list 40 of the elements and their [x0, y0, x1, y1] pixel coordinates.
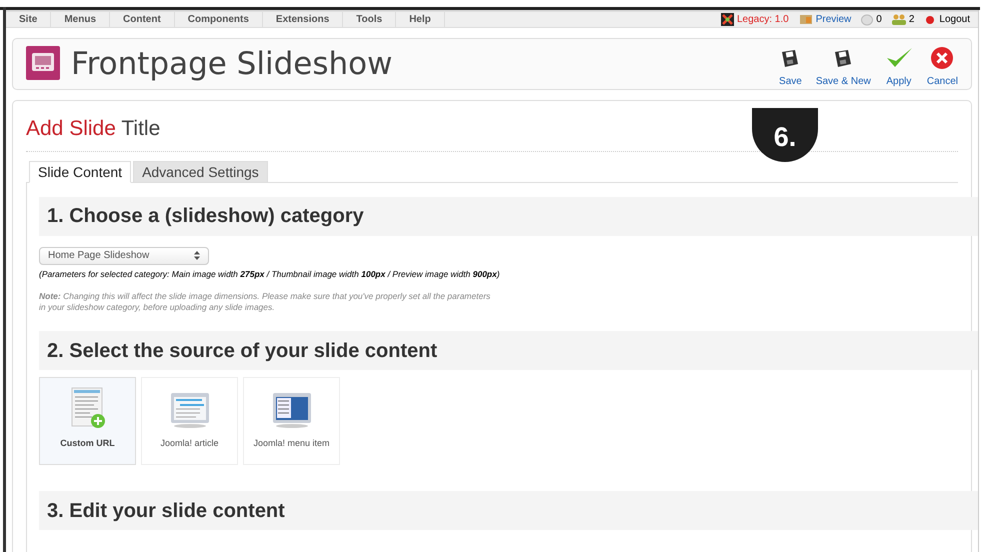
menu-item[interactable]: Menus	[51, 12, 110, 27]
logout-icon	[924, 14, 936, 26]
menu-item[interactable]: Tools	[343, 12, 396, 27]
status-link[interactable]: 0	[876, 12, 882, 27]
toolbar-button[interactable]: Cancel	[926, 39, 959, 89]
toolbar-button[interactable]: Save	[778, 39, 803, 89]
menu-item[interactable]: Components	[174, 12, 263, 27]
menu-window-icon	[272, 390, 312, 429]
status-link[interactable]: Legacy: 1.0	[736, 12, 789, 27]
source-option[interactable]: Joomla! menu item	[243, 377, 340, 466]
slideshow-logo-icon	[25, 45, 63, 83]
toolbar-button[interactable]: Save & New	[814, 39, 872, 89]
message-icon	[861, 14, 874, 26]
status-link[interactable]: Logout	[939, 12, 970, 27]
tab[interactable]: Advanced Settings	[133, 160, 268, 182]
menu-item[interactable]: Site	[6, 12, 52, 27]
toolbar-button[interactable]: Apply	[884, 39, 914, 89]
menu-item[interactable]: Content	[110, 12, 175, 27]
page-title: Frontpage Slideshow	[71, 44, 392, 84]
section-heading: 2. Select the source of your slide content	[39, 331, 978, 370]
status-link[interactable]: 2	[908, 12, 914, 27]
document-add-icon	[70, 386, 106, 429]
status-link[interactable]: Preview	[816, 12, 852, 27]
source-option[interactable]: Joomla! article	[141, 377, 238, 466]
article-window-icon	[170, 390, 210, 429]
source-option[interactable]: Custom URL	[39, 377, 136, 466]
section-heading: 1. Choose a (slideshow) category	[39, 196, 978, 236]
section-heading: 3. Edit your slide content	[39, 491, 978, 530]
cancel-icon	[930, 46, 954, 70]
users-icon	[892, 14, 906, 26]
joomla-logo-icon	[720, 13, 734, 26]
parameters-text: (Parameters for selected category: Main image width 275px / Thumbnail image width 100px / Preview image width 900px)	[39, 268, 501, 280]
form-title: Add Slide Title	[26, 117, 160, 140]
note-text: Note: Changing this will affect the slide image dimensions. Please make sure that you've properly set all the parameters in your slideshow category, before uploading any slide images.	[39, 291, 492, 314]
tab[interactable]: Slide Content	[29, 160, 132, 182]
menu-item[interactable]: Help	[396, 12, 445, 27]
select-arrows-icon	[194, 251, 200, 260]
preview-icon	[798, 14, 813, 25]
menu-item[interactable]: Extensions	[262, 12, 344, 27]
category-select[interactable]: Home Page Slideshow	[39, 246, 209, 264]
